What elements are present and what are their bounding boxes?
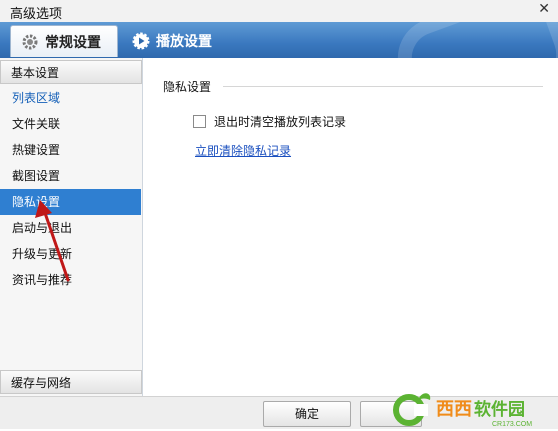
sidebar-header-cache-network[interactable]: 缓存与网络 <box>0 370 142 394</box>
clear-privacy-link[interactable]: 立即清除隐私记录 <box>195 142 291 159</box>
settings-content: 隐私设置 退出时清空播放列表记录 立即清除隐私记录 <box>143 58 558 396</box>
watermark-logo: 西西 软件园 CR173.COM <box>392 388 554 428</box>
svg-text:西西: 西西 <box>436 399 472 419</box>
sidebar-header-basic-settings[interactable]: 基本设置 <box>0 60 142 84</box>
sidebar-item-screenshot[interactable]: 截图设置 <box>0 163 141 189</box>
section-title: 隐私设置 <box>163 80 212 94</box>
tab-playback-settings[interactable]: 播放设置 <box>122 25 222 56</box>
ok-button[interactable]: 确定 <box>263 401 351 427</box>
svg-text:软件园: 软件园 <box>474 399 525 419</box>
sidebar-item-file-association[interactable]: 文件关联 <box>0 111 141 137</box>
tab-bar-decoration <box>386 22 558 58</box>
title-bar: 高级选项 ✕ <box>0 0 558 23</box>
annotation-arrow-icon <box>35 200 70 282</box>
section-divider <box>223 86 543 87</box>
sidebar-item-list-area[interactable]: 列表区域 <box>0 85 141 111</box>
clear-playlist-checkbox[interactable] <box>193 115 206 128</box>
close-icon[interactable]: ✕ <box>538 1 550 17</box>
clear-playlist-option[interactable]: 退出时清空播放列表记录 <box>193 113 346 130</box>
play-gear-icon <box>132 32 150 50</box>
tab-label: 播放设置 <box>156 33 212 50</box>
clear-playlist-label: 退出时清空播放列表记录 <box>214 115 347 129</box>
tab-bar: 常规设置 播放设置 <box>0 22 558 58</box>
gear-icon <box>21 33 39 51</box>
tab-label: 常规设置 <box>45 34 101 51</box>
sidebar-item-hotkeys[interactable]: 热键设置 <box>0 137 141 163</box>
window-title: 高级选项 <box>10 7 63 22</box>
svg-text:CR173.COM: CR173.COM <box>492 421 532 428</box>
tab-general-settings[interactable]: 常规设置 <box>10 25 118 57</box>
